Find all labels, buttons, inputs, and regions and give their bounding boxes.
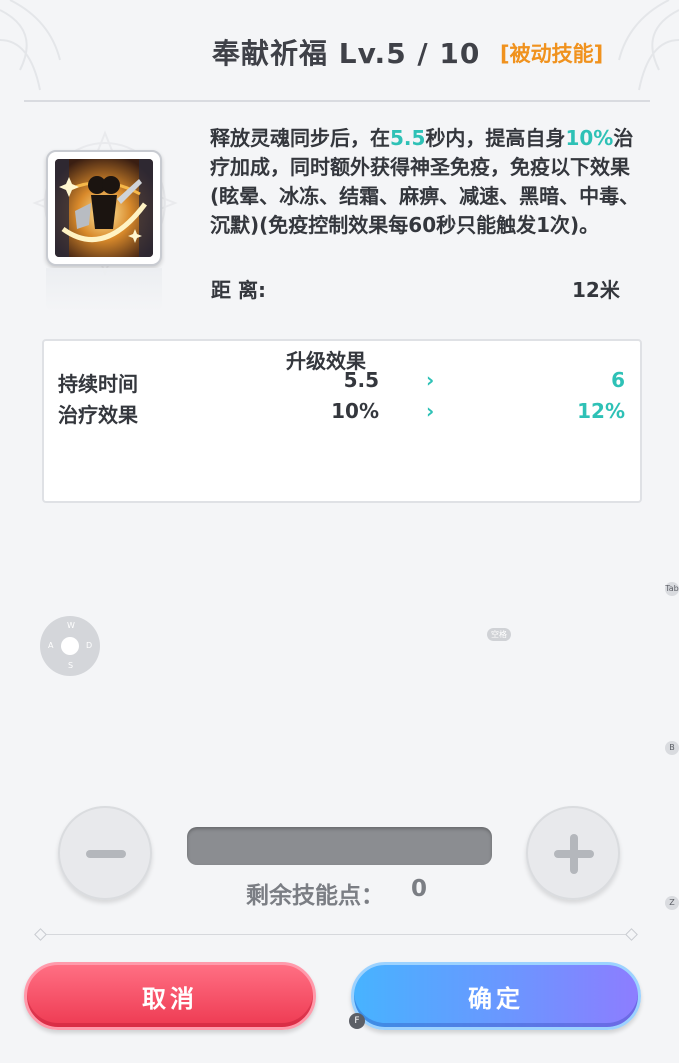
decrease-level-button[interactable]: [58, 806, 152, 900]
upgrade-row-healing: 治疗效果 10% › 12%: [0, 399, 679, 427]
header-divider: [24, 100, 650, 102]
range-value: 12米: [572, 278, 620, 302]
plus-icon-vertical: [570, 834, 578, 874]
upgrade-row-current: 5.5: [343, 368, 379, 392]
upgrade-row-next: 6: [611, 368, 625, 392]
divider-gem-left: [34, 928, 47, 941]
wasd-joystick[interactable]: W A D S: [40, 616, 100, 676]
chevron-right-icon: ›: [426, 399, 435, 423]
key-d-hint: D: [86, 641, 93, 650]
skill-point-bar: [187, 827, 492, 865]
sword-swing-skill-icon: [55, 159, 153, 257]
remaining-points-label: 剩余技能点：: [246, 883, 384, 909]
footer-divider: [36, 934, 636, 935]
upgrade-row-label: 持续时间: [58, 372, 138, 396]
divider-gem-right: [625, 928, 638, 941]
upgrade-row-label: 治疗效果: [58, 403, 138, 427]
upgrade-row-duration: 持续时间 5.5 › 6: [0, 368, 679, 396]
minus-icon: [86, 850, 126, 858]
description-highlight: 5.5: [390, 126, 426, 150]
space-key-hint: 空格: [487, 628, 511, 641]
icon-reflection: [46, 268, 162, 312]
tab-key-hint: Tab: [665, 582, 679, 596]
skill-description: 释放灵魂同步后，在5.5秒内，提高自身10%治疗加成，同时额外获得神圣免疫，免疫…: [210, 124, 640, 240]
skill-title: 奉献祈福 Lv.5 / 10: [212, 37, 481, 70]
remaining-points-value: 0: [411, 876, 428, 902]
key-a-hint: A: [48, 641, 54, 650]
joystick-knob[interactable]: [61, 637, 79, 655]
z-key-hint: Z: [665, 896, 679, 910]
skill-type-tag: [被动技能]: [500, 42, 604, 66]
description-text: 释放灵魂同步后，在: [210, 126, 390, 150]
b-key-hint: B: [665, 741, 679, 755]
range-label: 距 离:: [211, 278, 266, 302]
key-w-hint: W: [67, 621, 75, 630]
upgrade-row-current: 10%: [331, 399, 379, 423]
cancel-button[interactable]: 取消: [24, 962, 316, 1030]
description-highlight: 10%: [565, 126, 614, 150]
upgrade-row-next: 12%: [577, 399, 625, 423]
confirm-button[interactable]: 确定: [351, 962, 641, 1030]
description-text: 秒内，提高自身: [425, 126, 566, 150]
chevron-right-icon: ›: [426, 368, 435, 392]
skill-header: 奉献祈福 Lv.5 / 10 [被动技能]: [0, 0, 679, 100]
increase-level-button[interactable]: [526, 806, 620, 900]
skill-icon-slot: [46, 150, 162, 266]
key-s-hint: S: [68, 661, 74, 670]
f-key-hint: F: [349, 1013, 365, 1029]
